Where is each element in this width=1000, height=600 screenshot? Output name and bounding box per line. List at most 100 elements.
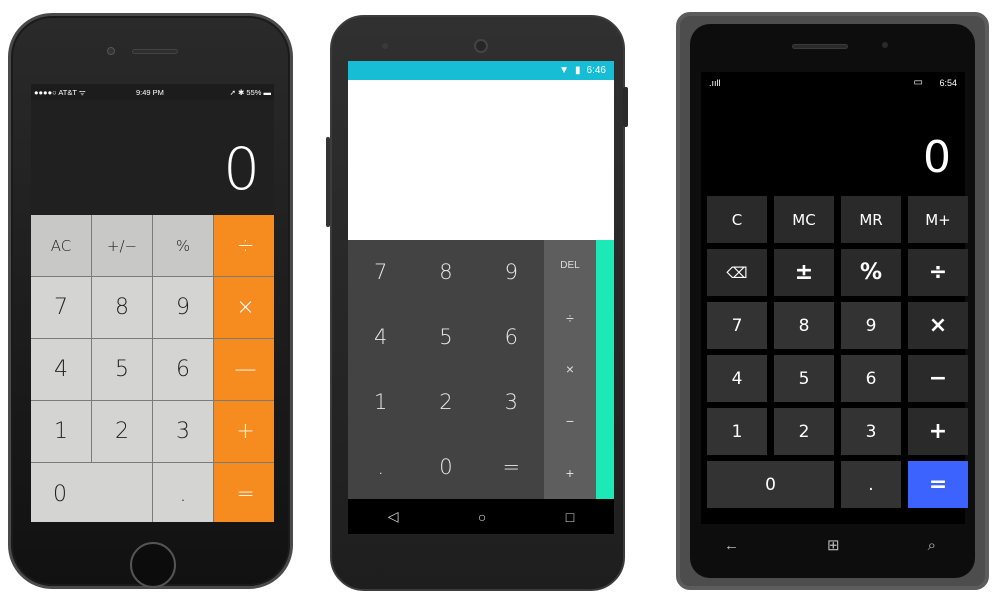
status-time: 6:46	[586, 65, 606, 76]
ios-keypad: AC +/− % ÷ 7 8 9 × 4 5 6 — 1 2 3 + 0 . =	[31, 215, 274, 522]
digit-7-button[interactable]: 7	[31, 277, 91, 338]
front-camera	[882, 42, 888, 48]
windows-phone-device: .ııll ▭ 6:54 0 C MC MR M+ ⌫ ± % ÷ 7 8 9 …	[676, 12, 989, 590]
percent-button[interactable]: %	[153, 215, 213, 276]
ios-display: 0	[31, 100, 274, 215]
iphone-device: ●●●●○ AT&T ᯤ 9:49 PM ➚ ✱ 55% ▬ 0 AC +/− …	[8, 13, 293, 589]
decimal-button[interactable]: .	[348, 434, 413, 499]
subtract-button[interactable]: −	[544, 395, 596, 447]
equals-button[interactable]: =	[214, 463, 274, 522]
equals-button[interactable]: =	[479, 434, 544, 499]
windows-calculator-screen: .ııll ▭ 6:54 0 C MC MR M+ ⌫ ± % ÷ 7 8 9 …	[701, 72, 968, 524]
wp-status-bar: .ııll ▭ 6:54	[701, 72, 965, 94]
plus-minus-button[interactable]: ±	[774, 249, 834, 296]
android-device: ▼ ▮ 6:46 7 8 9 4 5 6 1 2 3 . 0 = DEL ÷ ×…	[326, 15, 628, 591]
windows-start-icon[interactable]: ⊞	[827, 536, 840, 554]
plus-minus-button[interactable]: +/−	[92, 215, 152, 276]
front-camera	[107, 47, 115, 55]
ios-status-bar: ●●●●○ AT&T ᯤ 9:49 PM ➚ ✱ 55% ▬	[31, 84, 274, 100]
backspace-icon[interactable]: ⌫	[707, 249, 767, 296]
digit-8-button[interactable]: 8	[92, 277, 152, 338]
decimal-button[interactable]: .	[841, 461, 901, 508]
earpiece-speaker	[792, 44, 848, 49]
digit-2-button[interactable]: 2	[92, 401, 152, 462]
home-icon[interactable]: ○	[478, 509, 486, 525]
divide-button[interactable]: ÷	[214, 215, 274, 276]
memory-add-button[interactable]: M+	[908, 196, 968, 243]
ios-display-value: 0	[223, 135, 260, 203]
digit-3-button[interactable]: 3	[479, 370, 544, 435]
memory-recall-button[interactable]: MR	[841, 196, 901, 243]
digit-1-button[interactable]: 1	[31, 401, 91, 462]
android-operator-column: DEL ÷ × − +	[544, 240, 596, 499]
equals-button[interactable]: =	[908, 461, 968, 508]
digit-9-button[interactable]: 9	[841, 302, 901, 349]
clear-button[interactable]: C	[707, 196, 767, 243]
digit-6-button[interactable]: 6	[841, 355, 901, 402]
digit-8-button[interactable]: 8	[774, 302, 834, 349]
digit-4-button[interactable]: 4	[31, 339, 91, 400]
digit-1-button[interactable]: 1	[707, 408, 767, 455]
digit-7-button[interactable]: 7	[348, 240, 413, 305]
advanced-panel-handle[interactable]	[596, 240, 614, 499]
divide-button[interactable]: ÷	[908, 249, 968, 296]
digit-5-button[interactable]: 5	[413, 305, 478, 370]
earpiece-speaker	[132, 49, 178, 54]
subtract-button[interactable]: −	[908, 355, 968, 402]
delete-button[interactable]: DEL	[544, 240, 596, 292]
signal-icon: .ııll	[709, 78, 721, 88]
digit-9-button[interactable]: 9	[479, 240, 544, 305]
android-status-bar: ▼ ▮ 6:46	[348, 61, 614, 80]
add-button[interactable]: +	[544, 447, 596, 499]
multiply-button[interactable]: ×	[214, 277, 274, 338]
android-number-pad: 7 8 9 4 5 6 1 2 3 . 0 =	[348, 240, 544, 499]
digit-5-button[interactable]: 5	[774, 355, 834, 402]
home-button[interactable]	[130, 542, 176, 588]
recents-icon[interactable]: □	[566, 509, 574, 525]
digit-4-button[interactable]: 4	[707, 355, 767, 402]
wp-keypad: C MC MR M+ ⌫ ± % ÷ 7 8 9 × 4 5 6 − 1 2 3…	[707, 196, 968, 508]
digit-3-button[interactable]: 3	[841, 408, 901, 455]
divide-button[interactable]: ÷	[544, 292, 596, 344]
wifi-icon: ▼	[559, 65, 570, 76]
digit-2-button[interactable]: 2	[774, 408, 834, 455]
subtract-button[interactable]: —	[214, 339, 274, 400]
sensor	[382, 43, 388, 49]
carrier-signal: ●●●●○ AT&T ᯤ	[34, 88, 86, 97]
digit-9-button[interactable]: 9	[153, 277, 213, 338]
add-button[interactable]: +	[214, 401, 274, 462]
android-navigation-bar: ◁ ○ □	[348, 499, 614, 534]
wp-hardware-buttons: ← ⊞ ⌕	[680, 530, 980, 560]
front-camera	[474, 39, 488, 53]
digit-6-button[interactable]: 6	[153, 339, 213, 400]
add-button[interactable]: +	[908, 408, 968, 455]
digit-0-button[interactable]: 0	[707, 461, 834, 508]
digit-3-button[interactable]: 3	[153, 401, 213, 462]
digit-2-button[interactable]: 2	[413, 370, 478, 435]
digit-7-button[interactable]: 7	[707, 302, 767, 349]
volume-buttons	[326, 137, 330, 227]
battery-status: ➚ ✱ 55% ▬	[229, 88, 271, 97]
decimal-button[interactable]: .	[153, 463, 213, 522]
status-time: 9:49 PM	[136, 88, 164, 97]
digit-0-button[interactable]: 0	[31, 463, 152, 522]
digit-1-button[interactable]: 1	[348, 370, 413, 435]
digit-8-button[interactable]: 8	[413, 240, 478, 305]
multiply-button[interactable]: ×	[908, 302, 968, 349]
digit-0-button[interactable]: 0	[413, 434, 478, 499]
ios-calculator-screen: ●●●●○ AT&T ᯤ 9:49 PM ➚ ✱ 55% ▬ 0 AC +/− …	[31, 84, 274, 522]
back-icon[interactable]: ←	[724, 537, 739, 554]
battery-icon: ▮	[575, 65, 581, 76]
digit-4-button[interactable]: 4	[348, 305, 413, 370]
battery-icon: ▭	[913, 77, 923, 88]
digit-6-button[interactable]: 6	[479, 305, 544, 370]
back-icon[interactable]: ◁	[388, 508, 399, 525]
search-icon[interactable]: ⌕	[928, 537, 936, 554]
memory-clear-button[interactable]: MC	[774, 196, 834, 243]
ac-button[interactable]: AC	[31, 215, 91, 276]
power-button	[623, 87, 628, 127]
digit-5-button[interactable]: 5	[92, 339, 152, 400]
multiply-button[interactable]: ×	[544, 344, 596, 396]
wp-display-value: 0	[923, 132, 951, 183]
percent-button[interactable]: %	[841, 249, 901, 296]
